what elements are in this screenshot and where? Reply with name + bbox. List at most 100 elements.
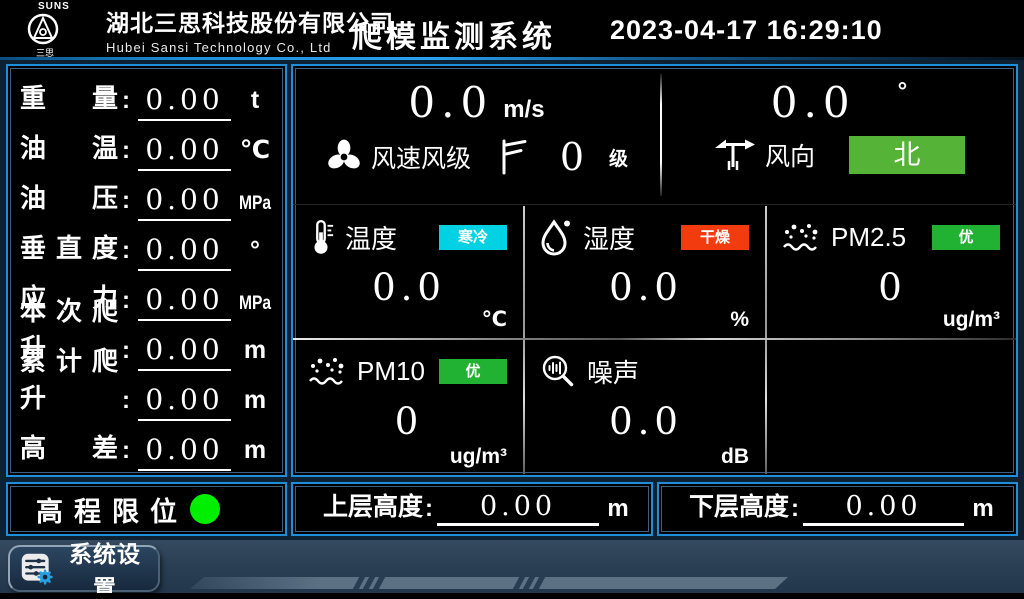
system-settings-button[interactable]: 系统设置 — [8, 545, 160, 592]
metric-value: 0.00 — [138, 433, 231, 471]
settings-sliders-gear-icon — [20, 550, 54, 588]
lower-height-value: 0.00 — [803, 491, 964, 526]
pm10-cell: PM10 优 0 ug/m³ — [293, 340, 523, 473]
wind-speed-unit: m/s — [503, 96, 544, 123]
wind-level-value: 0 — [549, 135, 595, 179]
humidity-unit: % — [730, 308, 749, 332]
company-logo: SUNS 三思 — [26, 1, 104, 59]
wind-sections-divider — [660, 74, 662, 196]
metric-label: 高差 — [20, 428, 118, 471]
metric-row-weight: 重量:0.00t — [20, 71, 275, 121]
header-divider — [0, 57, 1024, 60]
metric-value: 0.00 — [138, 183, 231, 221]
wind-direction-section: 0.0 ° 风向 北 — [662, 66, 1016, 203]
upper-height-label: 上层高度 — [323, 487, 423, 526]
metric-value: 0.00 — [138, 233, 231, 271]
pm25-icon — [781, 220, 821, 254]
metric-row-oil-pressure: 油压:0.00MPa — [20, 171, 275, 221]
footer-bar: 系统设置 — [0, 540, 1024, 599]
wind-level-unit: 级 — [609, 144, 628, 171]
pm10-value: 0 — [307, 400, 511, 443]
wind-direction-unit: ° — [898, 78, 908, 105]
metric-value: 0.00 — [138, 133, 231, 171]
noise-cell: 噪声 0.0 dB — [525, 340, 765, 473]
wind-level-flag-icon — [501, 137, 527, 177]
pm10-unit: ug/m³ — [450, 445, 507, 469]
metric-row-total-climb: 累计爬升:0.00m — [20, 371, 275, 421]
lower-height-panel: 下层高度 : 0.00 m — [657, 482, 1018, 536]
metric-unit: MPa — [239, 193, 272, 221]
wind-direction-value: 0.0 — [771, 78, 856, 127]
thermometer-icon — [307, 217, 335, 257]
elevation-limit-panel: 高程限位 — [6, 482, 287, 536]
wind-direction-label: 风向 — [765, 137, 815, 173]
company-name-en: Hubei Sansi Technology Co., Ltd — [106, 40, 394, 55]
humidity-cell: 湿度 干燥 0.0 % — [525, 206, 765, 336]
noise-unit: dB — [721, 445, 749, 469]
temperature-unit: ℃ — [482, 307, 507, 332]
metric-row-verticality: 垂直度:0.00° — [20, 221, 275, 271]
upper-height-value: 0.00 — [437, 491, 599, 526]
upper-height-panel: 上层高度 : 0.00 m — [291, 482, 653, 536]
metric-label: 累计爬升 — [20, 341, 118, 421]
metrics-panel: 重量:0.00t 油温:0.00℃ 油压:0.00MPa 垂直度:0.00° 应… — [6, 64, 287, 477]
humidity-status-badge: 干燥 — [681, 225, 749, 250]
pm25-unit: ug/m³ — [943, 308, 1000, 332]
metric-label: 油温 — [20, 128, 118, 171]
elevation-limit-label: 高程限位 — [36, 490, 188, 529]
metric-unit: ℃ — [235, 135, 275, 171]
metric-unit: ° — [235, 236, 275, 271]
elevation-limit-status-light — [190, 494, 220, 524]
metric-unit: MPa — [239, 293, 272, 321]
upper-height-unit: m — [599, 495, 637, 526]
wind-speed-section: 0.0 m/s 风速风级 — [293, 66, 660, 203]
humidity-value: 0.0 — [539, 266, 753, 309]
logo-icon — [26, 12, 60, 46]
datetime-display: 2023-04-17 16:29:10 — [610, 15, 883, 46]
metric-label: 垂直度 — [20, 228, 118, 271]
pm25-value: 0 — [781, 266, 1004, 309]
metric-unit: t — [235, 86, 275, 121]
noise-icon — [539, 352, 577, 390]
wind-direction-badge: 北 — [849, 136, 965, 174]
cell-label: 噪声 — [587, 353, 639, 390]
wind-grid-divider — [293, 204, 1016, 205]
metric-label: 重量 — [20, 78, 118, 121]
metric-value: 0.00 — [138, 383, 231, 421]
company-name: 湖北三思科技股份有限公司 Hubei Sansi Technology Co.,… — [106, 4, 394, 55]
company-name-cn: 湖北三思科技股份有限公司 — [106, 4, 394, 38]
wind-speed-label: 风速风级 — [371, 139, 471, 175]
metric-value: 0.00 — [138, 333, 231, 371]
pm10-status-badge: 优 — [439, 359, 507, 384]
cell-label: PM2.5 — [831, 222, 906, 253]
temperature-value: 0.0 — [307, 266, 511, 309]
cell-label: 湿度 — [583, 219, 635, 256]
wind-vane-icon — [713, 135, 757, 175]
settings-button-label: 系统设置 — [62, 535, 148, 599]
pm25-status-badge: 优 — [932, 225, 1000, 250]
wind-speed-value: 0.0 — [408, 78, 493, 127]
metric-value: 0.00 — [138, 83, 231, 121]
cell-label: 温度 — [345, 219, 397, 256]
footer-decorative-stripe — [190, 577, 788, 589]
humidity-drop-icon — [539, 217, 573, 257]
environment-panel: 0.0 m/s 风速风级 — [291, 64, 1018, 477]
fan-icon — [325, 138, 363, 176]
cell-label: PM10 — [357, 356, 425, 387]
metric-label: 油压 — [20, 178, 118, 221]
page-title: 爬模监测系统 — [352, 12, 556, 56]
metric-row-oil-temp: 油温:0.00℃ — [20, 121, 275, 171]
metric-unit: m — [235, 436, 275, 471]
metric-unit: m — [235, 386, 275, 421]
monitoring-screen: SUNS 三思 湖北三思科技股份有限公司 Hubei Sansi Technol… — [0, 0, 1024, 599]
temperature-status-badge: 寒冷 — [439, 225, 507, 250]
temperature-cell: 温度 寒冷 0.0 ℃ — [293, 206, 523, 336]
logo-suns-text: SUNS — [26, 1, 104, 12]
lower-height-label: 下层高度 — [689, 487, 789, 526]
pm10-icon — [307, 354, 347, 388]
lower-height-unit: m — [964, 495, 1002, 526]
metric-unit: m — [235, 336, 275, 371]
metric-value: 0.00 — [138, 283, 231, 321]
metric-row-height-diff: 高差:0.00m — [20, 421, 275, 471]
pm25-cell: PM2.5 优 0 ug/m³ — [767, 206, 1016, 336]
